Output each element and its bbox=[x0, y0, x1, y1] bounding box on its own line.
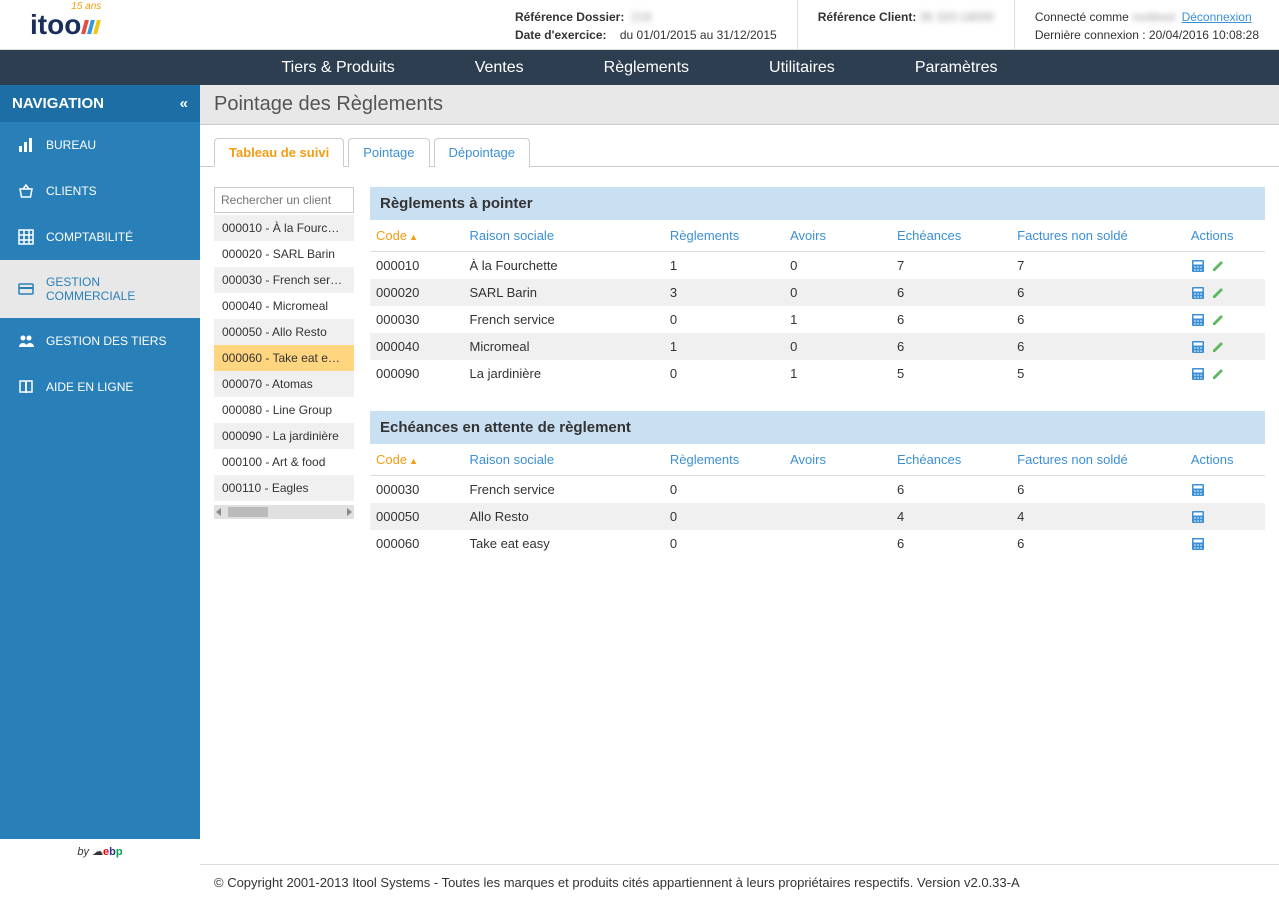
tabs: Tableau de suiviPointageDépointage bbox=[200, 125, 1279, 167]
table-row: 000060Take eat easy066 bbox=[370, 530, 1265, 557]
top-bar: itoo 15 ans Référence Dossier: 219 Date … bbox=[0, 0, 1279, 50]
col-header[interactable]: Echéances bbox=[891, 444, 1011, 476]
sidebar-item-label: BUREAU bbox=[46, 138, 96, 152]
logo[interactable]: itoo 15 ans bbox=[0, 0, 200, 49]
col-header[interactable]: Règlements bbox=[664, 444, 784, 476]
sidebar-item-gestion-commerciale[interactable]: GESTION COMMERCIALE bbox=[0, 260, 200, 318]
sidebar-item-aide-en-ligne[interactable]: AIDE EN LIGNE bbox=[0, 364, 200, 410]
table-row: 000030French service0166 bbox=[370, 306, 1265, 333]
col-header[interactable]: Code▲ bbox=[370, 444, 464, 476]
sidebar-item-bureau[interactable]: BUREAU bbox=[0, 122, 200, 168]
calculator-icon[interactable] bbox=[1191, 313, 1205, 327]
sidebar-item-gestion-des-tiers[interactable]: GESTION DES TIERS bbox=[0, 318, 200, 364]
sidebar-item-clients[interactable]: CLIENTS bbox=[0, 168, 200, 214]
client-item[interactable]: 000010 - À la Fourchette bbox=[214, 215, 354, 241]
table-reglements: Règlements à pointer Code▲Raison sociale… bbox=[370, 187, 1265, 387]
ref-dossier-block: Référence Dossier: 219 Date d'exercice: … bbox=[495, 0, 797, 49]
client-item[interactable]: 000090 - La jardinière bbox=[214, 423, 354, 449]
col-header[interactable]: Factures non soldé bbox=[1011, 220, 1185, 252]
edit-icon[interactable] bbox=[1211, 367, 1225, 381]
calculator-icon[interactable] bbox=[1191, 483, 1205, 497]
main-menu: Tiers & Produits Ventes Règlements Utili… bbox=[0, 50, 1279, 85]
col-header[interactable]: Règlements bbox=[664, 220, 784, 252]
table1-title: Règlements à pointer bbox=[370, 187, 1265, 220]
table-row: 000030French service066 bbox=[370, 476, 1265, 504]
tab-dépointage[interactable]: Dépointage bbox=[434, 138, 531, 167]
horizontal-scrollbar[interactable] bbox=[214, 505, 354, 519]
col-header[interactable]: Code▲ bbox=[370, 220, 464, 252]
menu-parametres[interactable]: Paramètres bbox=[915, 59, 998, 77]
ref-client-block: Référence Client: 35 320-18000 bbox=[797, 0, 1014, 49]
table-row: 000050Allo Resto044 bbox=[370, 503, 1265, 530]
col-header[interactable]: Avoirs bbox=[784, 220, 891, 252]
logo-tag: 15 ans bbox=[71, 1, 101, 12]
table-row: 000090La jardinière0155 bbox=[370, 360, 1265, 387]
menu-ventes[interactable]: Ventes bbox=[475, 59, 524, 77]
edit-icon[interactable] bbox=[1211, 259, 1225, 273]
sidebar-item-label: GESTION COMMERCIALE bbox=[46, 275, 182, 303]
client-item[interactable]: 000080 - Line Group bbox=[214, 397, 354, 423]
sidebar-item-label: COMPTABILITÉ bbox=[46, 230, 133, 244]
client-item[interactable]: 000100 - Art & food bbox=[214, 449, 354, 475]
search-input[interactable] bbox=[214, 187, 354, 213]
client-item[interactable]: 000070 - Atomas bbox=[214, 371, 354, 397]
col-header[interactable]: Raison sociale bbox=[464, 220, 664, 252]
table2-title: Echéances en attente de règlement bbox=[370, 411, 1265, 444]
page-title: Pointage des Règlements bbox=[214, 93, 1265, 116]
chart-icon bbox=[18, 137, 34, 153]
collapse-icon[interactable]: « bbox=[180, 95, 188, 112]
col-header[interactable]: Factures non soldé bbox=[1011, 444, 1185, 476]
logout-link[interactable]: Déconnexion bbox=[1182, 10, 1252, 24]
calculator-icon[interactable] bbox=[1191, 510, 1205, 524]
basket-icon bbox=[18, 183, 34, 199]
card-icon bbox=[18, 281, 34, 297]
menu-reglements[interactable]: Règlements bbox=[604, 59, 689, 77]
logo-text: itoo bbox=[30, 9, 81, 40]
calculator-icon[interactable] bbox=[1191, 537, 1205, 551]
client-list: 000010 - À la Fourchette000020 - SARL Ba… bbox=[214, 215, 354, 501]
calculator-icon[interactable] bbox=[1191, 367, 1205, 381]
sidebar-item-label: GESTION DES TIERS bbox=[46, 334, 166, 348]
users-icon bbox=[18, 333, 34, 349]
client-item[interactable]: 000050 - Allo Resto bbox=[214, 319, 354, 345]
calculator-icon[interactable] bbox=[1191, 259, 1205, 273]
edit-icon[interactable] bbox=[1211, 286, 1225, 300]
nav-title: NAVIGATION bbox=[12, 95, 104, 112]
sidebar-item-label: CLIENTS bbox=[46, 184, 97, 198]
footer: © Copyright 2001-2013 Itool Systems - To… bbox=[200, 864, 1279, 900]
client-item[interactable]: 000040 - Micromeal bbox=[214, 293, 354, 319]
col-header[interactable]: Actions bbox=[1185, 444, 1265, 476]
nav-header: NAVIGATION « bbox=[0, 85, 200, 122]
book-icon bbox=[18, 379, 34, 395]
col-header[interactable]: Avoirs bbox=[784, 444, 891, 476]
edit-icon[interactable] bbox=[1211, 313, 1225, 327]
table-row: 000040Micromeal1066 bbox=[370, 333, 1265, 360]
edit-icon[interactable] bbox=[1211, 340, 1225, 354]
calculator-icon[interactable] bbox=[1191, 286, 1205, 300]
cloud-icon: ☁ bbox=[92, 846, 103, 858]
sidebar-item-comptabilité[interactable]: COMPTABILITÉ bbox=[0, 214, 200, 260]
col-header[interactable]: Echéances bbox=[891, 220, 1011, 252]
col-header[interactable]: Actions bbox=[1185, 220, 1265, 252]
client-item[interactable]: 000110 - Eagles bbox=[214, 475, 354, 501]
menu-utilitaires[interactable]: Utilitaires bbox=[769, 59, 835, 77]
calculator-icon[interactable] bbox=[1191, 340, 1205, 354]
client-panel: 000010 - À la Fourchette000020 - SARL Ba… bbox=[214, 187, 354, 581]
client-item[interactable]: 000030 - French service bbox=[214, 267, 354, 293]
sidebar-item-label: AIDE EN LIGNE bbox=[46, 380, 133, 394]
sidebar-footer: by ☁ebp bbox=[0, 839, 200, 864]
tab-pointage[interactable]: Pointage bbox=[348, 138, 429, 167]
session-block: Connecté comme rootitool Déconnexion Der… bbox=[1014, 0, 1279, 49]
table-row: 000020SARL Barin3066 bbox=[370, 279, 1265, 306]
table-echeances: Echéances en attente de règlement Code▲R… bbox=[370, 411, 1265, 557]
sidebar: NAVIGATION « BUREAU CLIENTS COMPTABILITÉ GE… bbox=[0, 85, 200, 864]
client-item[interactable]: 000020 - SARL Barin bbox=[214, 241, 354, 267]
table-row: 000010À la Fourchette1077 bbox=[370, 252, 1265, 280]
client-item[interactable]: 000060 - Take eat easy bbox=[214, 345, 354, 371]
col-header[interactable]: Raison sociale bbox=[464, 444, 664, 476]
main-content: Pointage des Règlements Tableau de suivi… bbox=[200, 85, 1279, 864]
grid-icon bbox=[18, 229, 34, 245]
menu-tiers-produits[interactable]: Tiers & Produits bbox=[281, 59, 394, 77]
tab-tableau-de-suivi[interactable]: Tableau de suivi bbox=[214, 138, 344, 167]
